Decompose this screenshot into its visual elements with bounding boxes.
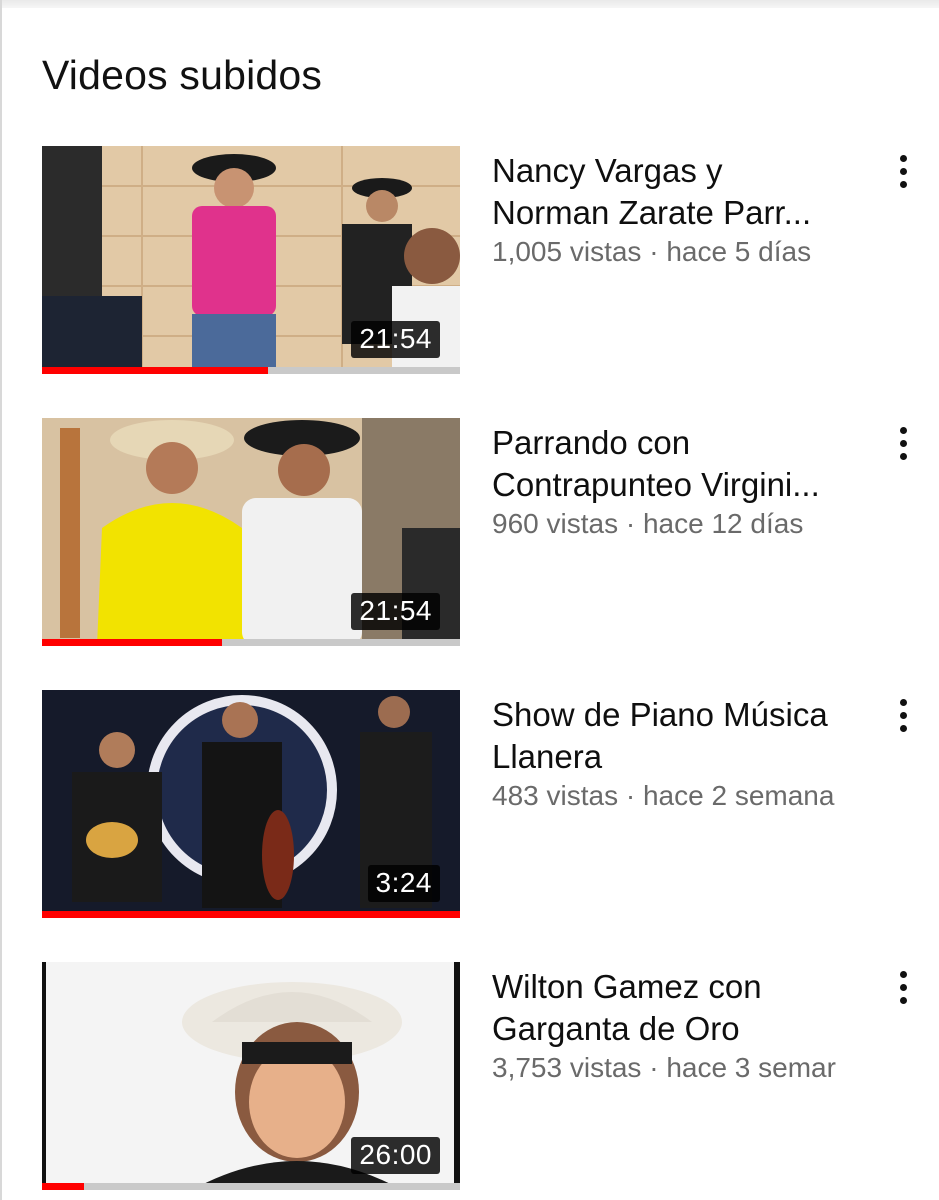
video-info[interactable]: Wilton Gamez con Garganta de Oro 3,753 v… (492, 966, 872, 1086)
video-duration: 26:00 (351, 1137, 440, 1174)
video-age: hace 2 semana (642, 780, 835, 811)
video-meta: 1,005 vistas · hace 5 días (492, 234, 892, 270)
video-thumbnail[interactable]: 3:24 (42, 690, 460, 918)
uploaded-videos-page: Videos subidos 21:54 Nancy Vargas y Norm… (0, 0, 939, 1200)
watch-progress-fill (42, 911, 460, 918)
watch-progress (42, 639, 460, 646)
more-vert-icon[interactable] (888, 420, 918, 466)
video-duration: 21:54 (351, 593, 440, 630)
video-views: 1,005 vistas (492, 236, 642, 267)
watch-progress (42, 367, 460, 374)
meta-separator: · (649, 236, 667, 267)
video-age: hace 12 días (642, 508, 804, 539)
video-thumbnail[interactable]: 26:00 (42, 962, 460, 1190)
video-views: 3,753 vistas (492, 1052, 642, 1083)
watch-progress-fill (42, 367, 268, 374)
video-title-line2[interactable]: Garganta de Oro (492, 1008, 872, 1050)
video-info[interactable]: Show de Piano Música Llanera 483 vistas … (492, 694, 872, 814)
watch-progress-fill (42, 639, 222, 646)
video-info[interactable]: Parrando con Contrapunteo Virgini... 960… (492, 422, 872, 542)
video-duration: 3:24 (367, 865, 440, 902)
video-meta: 483 vistas · hace 2 semana (492, 778, 892, 814)
watch-progress (42, 1183, 460, 1190)
video-info[interactable]: Nancy Vargas y Norman Zarate Parr... 1,0… (492, 150, 872, 270)
video-title-line1[interactable]: Nancy Vargas y (492, 150, 872, 192)
video-thumbnail[interactable]: 21:54 (42, 146, 460, 374)
video-title-line1[interactable]: Wilton Gamez con (492, 966, 872, 1008)
left-edge (0, 0, 2, 1200)
video-age: hace 5 días (666, 236, 812, 267)
meta-separator: · (625, 780, 643, 811)
video-meta: 960 vistas · hace 12 días (492, 506, 892, 542)
top-divider (0, 0, 939, 8)
watch-progress-fill (42, 1183, 84, 1190)
video-duration: 21:54 (351, 321, 440, 358)
video-title-line1[interactable]: Parrando con (492, 422, 872, 464)
video-title-line2[interactable]: Llanera (492, 736, 872, 778)
video-thumbnail[interactable]: 21:54 (42, 418, 460, 646)
video-item[interactable]: 21:54 Nancy Vargas y Norman Zarate Parr.… (42, 146, 922, 378)
watch-progress (42, 911, 460, 918)
video-item[interactable]: 3:24 Show de Piano Música Llanera 483 vi… (42, 690, 922, 922)
more-vert-icon[interactable] (888, 148, 918, 194)
video-views: 483 vistas (492, 780, 619, 811)
video-item[interactable]: 26:00 Wilton Gamez con Garganta de Oro 3… (42, 962, 922, 1194)
video-meta: 3,753 vistas · hace 3 semar (492, 1050, 892, 1086)
meta-separator: · (649, 1052, 667, 1083)
video-item[interactable]: 21:54 Parrando con Contrapunteo Virgini.… (42, 418, 922, 650)
video-views: 960 vistas (492, 508, 619, 539)
meta-separator: · (625, 508, 643, 539)
more-vert-icon[interactable] (888, 692, 918, 738)
video-title-line1[interactable]: Show de Piano Música (492, 694, 872, 736)
video-title-line2[interactable]: Norman Zarate Parr... (492, 192, 872, 234)
more-vert-icon[interactable] (888, 964, 918, 1010)
section-title: Videos subidos (42, 52, 323, 98)
video-age: hace 3 semar (666, 1052, 836, 1083)
video-title-line2[interactable]: Contrapunteo Virgini... (492, 464, 872, 506)
